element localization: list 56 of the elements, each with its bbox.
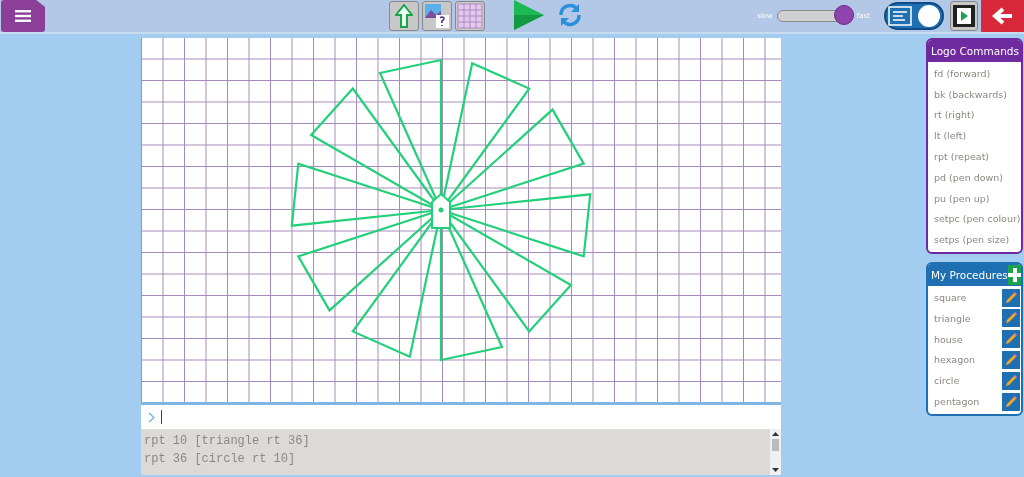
edit-procedure-button[interactable] — [1002, 350, 1020, 369]
command-input-field[interactable] — [141, 405, 781, 429]
play-button[interactable] — [513, 0, 545, 33]
arrow-up-icon — [395, 4, 413, 28]
video-button[interactable] — [950, 1, 978, 31]
grid-icon — [457, 3, 483, 29]
panel-title: My Procedures — [931, 269, 1008, 282]
pencil-icon — [1004, 290, 1018, 305]
procedure-name[interactable]: square — [934, 292, 967, 304]
slider-thumb[interactable] — [833, 5, 854, 25]
edit-procedure-button[interactable] — [1002, 330, 1020, 349]
command-item[interactable]: lt (left) — [928, 125, 1021, 147]
scroll-up-icon[interactable] — [772, 432, 779, 436]
image-button[interactable] — [422, 1, 452, 31]
history-line: rpt 10 [triangle rt 36] — [144, 433, 311, 450]
turtle-icon — [431, 192, 451, 229]
pencil-icon — [1004, 394, 1018, 409]
command-item[interactable]: setps (pen size) — [928, 229, 1021, 251]
film-icon — [952, 4, 976, 28]
menu-icon — [15, 10, 31, 22]
menu-button[interactable] — [1, 0, 45, 32]
arrow-left-icon — [991, 7, 1014, 25]
procedure-name[interactable]: circle — [934, 375, 960, 387]
play-icon — [513, 0, 545, 30]
panel-title: Logo Commands — [931, 45, 1019, 57]
scrollbar[interactable] — [770, 429, 781, 475]
view-toggle[interactable] — [884, 2, 944, 30]
pencil-icon — [1004, 352, 1018, 367]
edit-procedure-button[interactable] — [1002, 288, 1020, 307]
procedure-name[interactable]: triangle — [934, 312, 971, 324]
scrollbar-thumb[interactable] — [772, 439, 779, 451]
history-line: rpt 36 [circle rt 10] — [144, 451, 297, 468]
image-question-icon — [424, 3, 450, 29]
procedure-name[interactable]: pentagon — [934, 396, 980, 408]
prompt-chevron-icon — [148, 411, 155, 423]
edit-procedure-button[interactable] — [1002, 392, 1020, 411]
command-item[interactable]: pd (pen down) — [928, 167, 1021, 188]
refresh-icon — [557, 1, 583, 28]
procedure-name[interactable]: house — [934, 333, 963, 345]
command-item[interactable]: pu (pen up) — [928, 187, 1021, 209]
edit-procedure-button[interactable] — [1002, 371, 1020, 390]
turtle-button[interactable] — [389, 1, 419, 31]
command-item[interactable]: rpt (repeat) — [928, 146, 1021, 167]
command-item[interactable]: setpc (pen colour) — [928, 208, 1021, 230]
pencil-icon — [1004, 332, 1018, 347]
text-lines-icon — [888, 6, 912, 26]
add-procedure-button[interactable] — [1007, 265, 1021, 286]
pencil-icon — [1004, 311, 1018, 326]
command-item[interactable]: fd (forward) — [928, 63, 1021, 84]
procedure-name[interactable]: hexagon — [934, 354, 975, 366]
command-item[interactable]: bk (backwards) — [928, 83, 1021, 105]
back-button[interactable] — [981, 0, 1024, 32]
scroll-down-icon[interactable] — [772, 468, 779, 472]
edit-procedure-button[interactable] — [1002, 309, 1020, 328]
pencil-icon — [1004, 373, 1018, 388]
command-item[interactable]: rt (right) — [928, 104, 1021, 126]
